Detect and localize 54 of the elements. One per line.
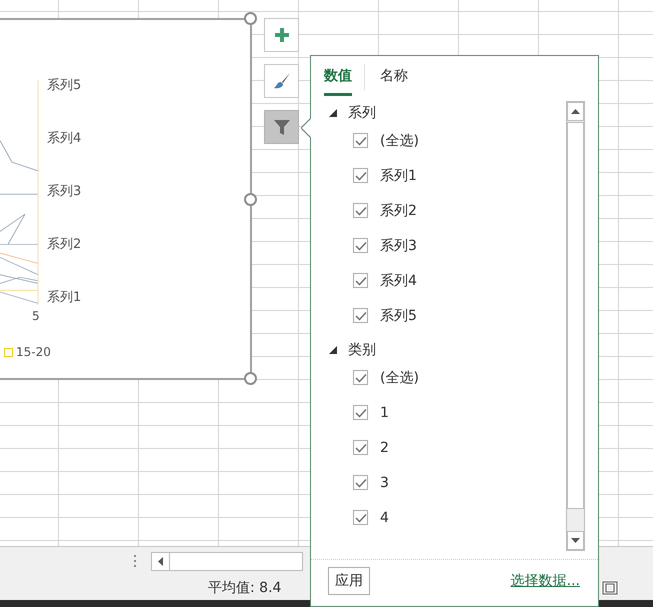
checkbox-label: 系列4 bbox=[380, 272, 417, 290]
up-arrow-icon bbox=[571, 109, 580, 114]
axis-label: 5 bbox=[32, 309, 40, 323]
checkbox-label: 系列1 bbox=[380, 166, 417, 184]
checkbox-label: 系列5 bbox=[380, 306, 417, 324]
left-arrow-icon bbox=[158, 556, 163, 566]
brush-icon bbox=[272, 72, 290, 90]
checkbox[interactable] bbox=[353, 168, 368, 183]
checkbox[interactable] bbox=[353, 370, 368, 385]
average-readout: 平均值: 8.4 bbox=[208, 578, 282, 596]
checkbox[interactable] bbox=[353, 308, 368, 323]
checkbox[interactable] bbox=[353, 238, 368, 253]
axis-label: 系列3 bbox=[47, 183, 82, 201]
apply-button[interactable]: 应用 bbox=[328, 567, 370, 595]
checkbox-label: 1 bbox=[380, 404, 389, 420]
scroll-down-button[interactable] bbox=[567, 531, 584, 550]
down-arrow-icon bbox=[571, 538, 580, 543]
axis-label: 系列4 bbox=[47, 130, 82, 148]
legend-label: 15-20 bbox=[16, 345, 51, 359]
chart-styles-button[interactable] bbox=[264, 64, 299, 98]
checkbox-label: 系列2 bbox=[380, 202, 417, 220]
group-label: 类别 bbox=[348, 341, 376, 359]
checkbox-label: 系列3 bbox=[380, 236, 417, 254]
checkbox[interactable] bbox=[353, 405, 368, 420]
panel-tab[interactable]: 名称 bbox=[380, 64, 408, 96]
select-data-link[interactable]: 选择数据... bbox=[510, 572, 580, 590]
checkbox[interactable] bbox=[353, 133, 368, 148]
expand-icon[interactable] bbox=[329, 109, 337, 117]
filter-icon bbox=[272, 118, 290, 136]
chart-elements-button[interactable] bbox=[264, 18, 299, 52]
panel-tab[interactable]: 数值 bbox=[324, 64, 352, 96]
axis-label: 系列1 bbox=[47, 289, 82, 307]
chart-filters-button[interactable] bbox=[264, 110, 299, 144]
plus-icon bbox=[274, 28, 288, 42]
axis-label: 系列2 bbox=[47, 236, 82, 254]
scroll-thumb[interactable] bbox=[567, 122, 584, 509]
page-layout-view-icon[interactable] bbox=[602, 580, 618, 594]
checkbox-label: (全选) bbox=[380, 132, 419, 150]
splitter-grip-icon[interactable] bbox=[133, 554, 137, 568]
expand-icon[interactable] bbox=[329, 346, 337, 354]
checkbox[interactable] bbox=[353, 475, 368, 490]
checkbox[interactable] bbox=[353, 273, 368, 288]
vertical-scrollbar[interactable] bbox=[566, 101, 585, 551]
checkbox-label: 4 bbox=[380, 510, 389, 526]
checkbox[interactable] bbox=[353, 440, 368, 455]
axis-label: 系列5 bbox=[47, 77, 82, 95]
checkbox-label: 2 bbox=[380, 440, 389, 456]
checkbox[interactable] bbox=[353, 203, 368, 218]
checkbox-label: 3 bbox=[380, 474, 389, 490]
checkbox-label: (全选) bbox=[380, 368, 419, 386]
scroll-up-button[interactable] bbox=[567, 102, 584, 121]
horizontal-scrollbar[interactable] bbox=[151, 552, 303, 570]
group-label: 系列 bbox=[348, 104, 376, 122]
checkbox[interactable] bbox=[353, 510, 368, 525]
